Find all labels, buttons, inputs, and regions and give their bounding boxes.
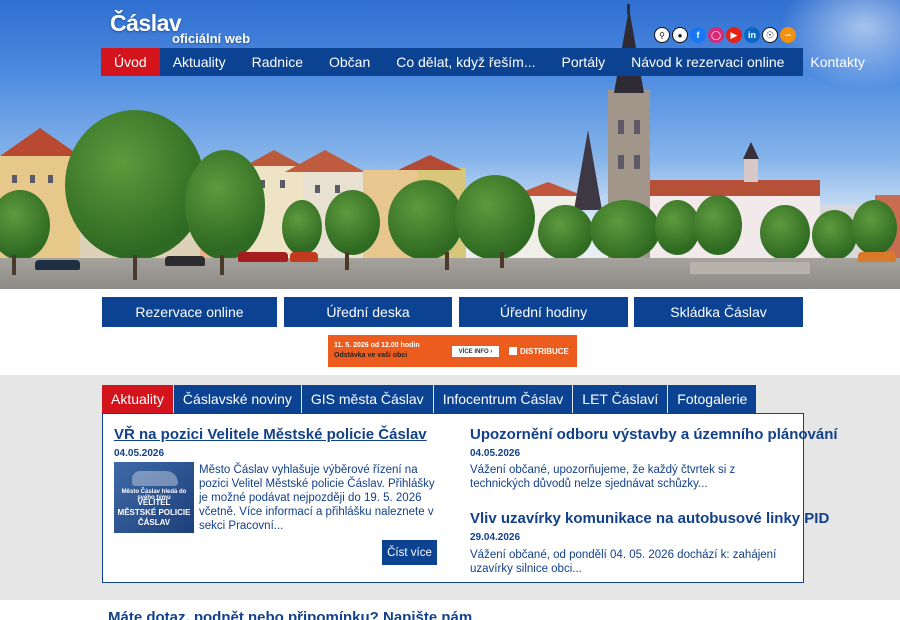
tab-aktuality[interactable]: Aktuality [102, 385, 173, 413]
banner-date: 11. 5. 2026 od 12.00 hodin [334, 342, 420, 349]
side-article-title-1[interactable]: Upozornění odboru výstavby a územního pl… [470, 426, 838, 443]
car [35, 260, 80, 270]
linkedin-icon[interactable]: in [744, 27, 760, 43]
nav-item-aktuality[interactable]: Aktuality [160, 48, 239, 76]
banner-brand-text: DISTRIBUCE [520, 347, 569, 356]
site-subtitle: oficiální web [172, 31, 251, 46]
spire [574, 130, 602, 210]
quick-link-rezervace[interactable]: Rezervace online [102, 297, 277, 327]
banner-more-button[interactable]: VÍCE INFO › [452, 346, 499, 357]
read-more-button[interactable]: Číst více [382, 540, 437, 565]
tree [185, 150, 265, 260]
nav-item-co-delat[interactable]: Co dělat, když řeším... [383, 48, 548, 76]
main-article-date: 04.05.2026 [114, 448, 165, 459]
car [165, 256, 205, 266]
side-article-date-2: 29.04.2026 [470, 532, 521, 543]
broadcast-icon[interactable]: ☉ [762, 27, 778, 43]
tree-trunk [133, 255, 137, 280]
site-logo[interactable]: Čáslav [110, 10, 182, 37]
window [280, 180, 285, 188]
side-article-text-2: Vážení občané, od pondělí 04. 05. 2026 d… [470, 549, 777, 575]
tree [282, 200, 322, 255]
tree-trunk [445, 252, 449, 270]
tree [325, 190, 380, 255]
facebook-icon[interactable]: f [690, 27, 706, 43]
tree [388, 180, 463, 260]
tree [694, 195, 742, 255]
tab-caslavske-noviny[interactable]: Čáslavské noviny [173, 385, 301, 413]
contact-prompt-heading: Máte dotaz, podnět nebo připomínku? Napi… [108, 609, 473, 620]
roof [285, 150, 365, 172]
window [315, 185, 320, 193]
banner-brand: DISTRIBUCE [509, 347, 569, 356]
side-article-text-1: Vážení občané, upozorňujeme, že každý čt… [470, 464, 736, 490]
tree-trunk [500, 252, 504, 268]
tab-let-caslavi[interactable]: LET Čáslaví [573, 385, 668, 413]
outage-banner[interactable]: 11. 5. 2026 od 12.00 hodin Odstávka ve v… [328, 335, 577, 367]
nav-item-portaly[interactable]: Portály [549, 48, 619, 76]
cloud [780, 0, 900, 90]
nav-item-radnice[interactable]: Radnice [239, 48, 316, 76]
tree-trunk [12, 255, 16, 275]
side-article-title-2[interactable]: Vliv uzavírky komunikace na autobusové l… [470, 510, 829, 527]
car [290, 252, 318, 262]
tree [590, 200, 660, 260]
social-icons: ⚲ ● f ◯ ▶ in ☉ ∽ [654, 27, 796, 43]
quick-link-uredni-deska[interactable]: Úřední deska [284, 297, 452, 327]
roof [650, 180, 820, 196]
accessibility-icon[interactable]: ● [672, 27, 688, 43]
tree [852, 200, 897, 255]
nav-item-navod-rezervace[interactable]: Návod k rezervaci online [618, 48, 797, 76]
youtube-icon[interactable]: ▶ [726, 27, 742, 43]
tab-gis[interactable]: GIS města Čáslav [301, 385, 433, 413]
search-icon[interactable]: ⚲ [654, 27, 670, 43]
nav-item-obcan[interactable]: Občan [316, 48, 383, 76]
tower-window [618, 155, 624, 169]
town-hall-tower [744, 158, 758, 182]
rss-icon[interactable]: ∽ [780, 27, 796, 43]
tree [760, 205, 810, 260]
tower-window [618, 120, 624, 134]
news-panel: VŘ na pozici Velitele Městské policie Čá… [102, 413, 838, 583]
quick-link-skladka[interactable]: Skládka Čáslav [634, 297, 803, 327]
roof [398, 155, 462, 170]
main-article-title[interactable]: VŘ na pozici Velitele Městské policie Čá… [114, 426, 427, 443]
thumbnail-caption: VELITEL MĚSTSKÉ POLICIE ČÁSLAV [117, 498, 191, 527]
window [335, 185, 340, 193]
main-article-text: Město Čáslav vyhlašuje výběrové řízení n… [199, 464, 435, 532]
police-car-image [132, 471, 178, 486]
main-nav: Úvod Aktuality Radnice Občan Co dělat, k… [101, 48, 865, 76]
main-article-thumbnail[interactable]: Město Čáslav hledá do svého týmu VELITEL… [114, 462, 194, 533]
hero-image [0, 0, 900, 289]
nav-item-kontakty[interactable]: Kontakty [797, 48, 877, 76]
quick-link-uredni-hodiny[interactable]: Úřední hodiny [459, 297, 628, 327]
window [12, 175, 17, 183]
roof [0, 128, 80, 156]
car [858, 252, 896, 262]
news-tabs: Aktuality Čáslavské noviny GIS města Čás… [102, 385, 757, 413]
tree-trunk [220, 255, 224, 275]
window [48, 175, 53, 183]
tower-spike [627, 4, 630, 14]
tower-window [634, 155, 640, 169]
car [238, 252, 288, 262]
tower-window [634, 120, 640, 134]
window [30, 175, 35, 183]
tree [65, 110, 205, 260]
tab-infocentrum[interactable]: Infocentrum Čáslav [433, 385, 573, 413]
fountain [690, 262, 810, 274]
instagram-icon[interactable]: ◯ [708, 27, 724, 43]
tab-fotogalerie[interactable]: Fotogalerie [668, 385, 757, 413]
nav-item-uvod[interactable]: Úvod [101, 48, 160, 76]
side-article-date-1: 04.05.2026 [470, 448, 521, 459]
tree-trunk [345, 252, 349, 270]
tree [538, 205, 593, 260]
brand-logo-icon [509, 347, 517, 355]
roof [743, 142, 759, 159]
tree [812, 210, 857, 260]
banner-text: Odstávka ve vaší obci [334, 352, 408, 359]
tree [455, 175, 535, 260]
